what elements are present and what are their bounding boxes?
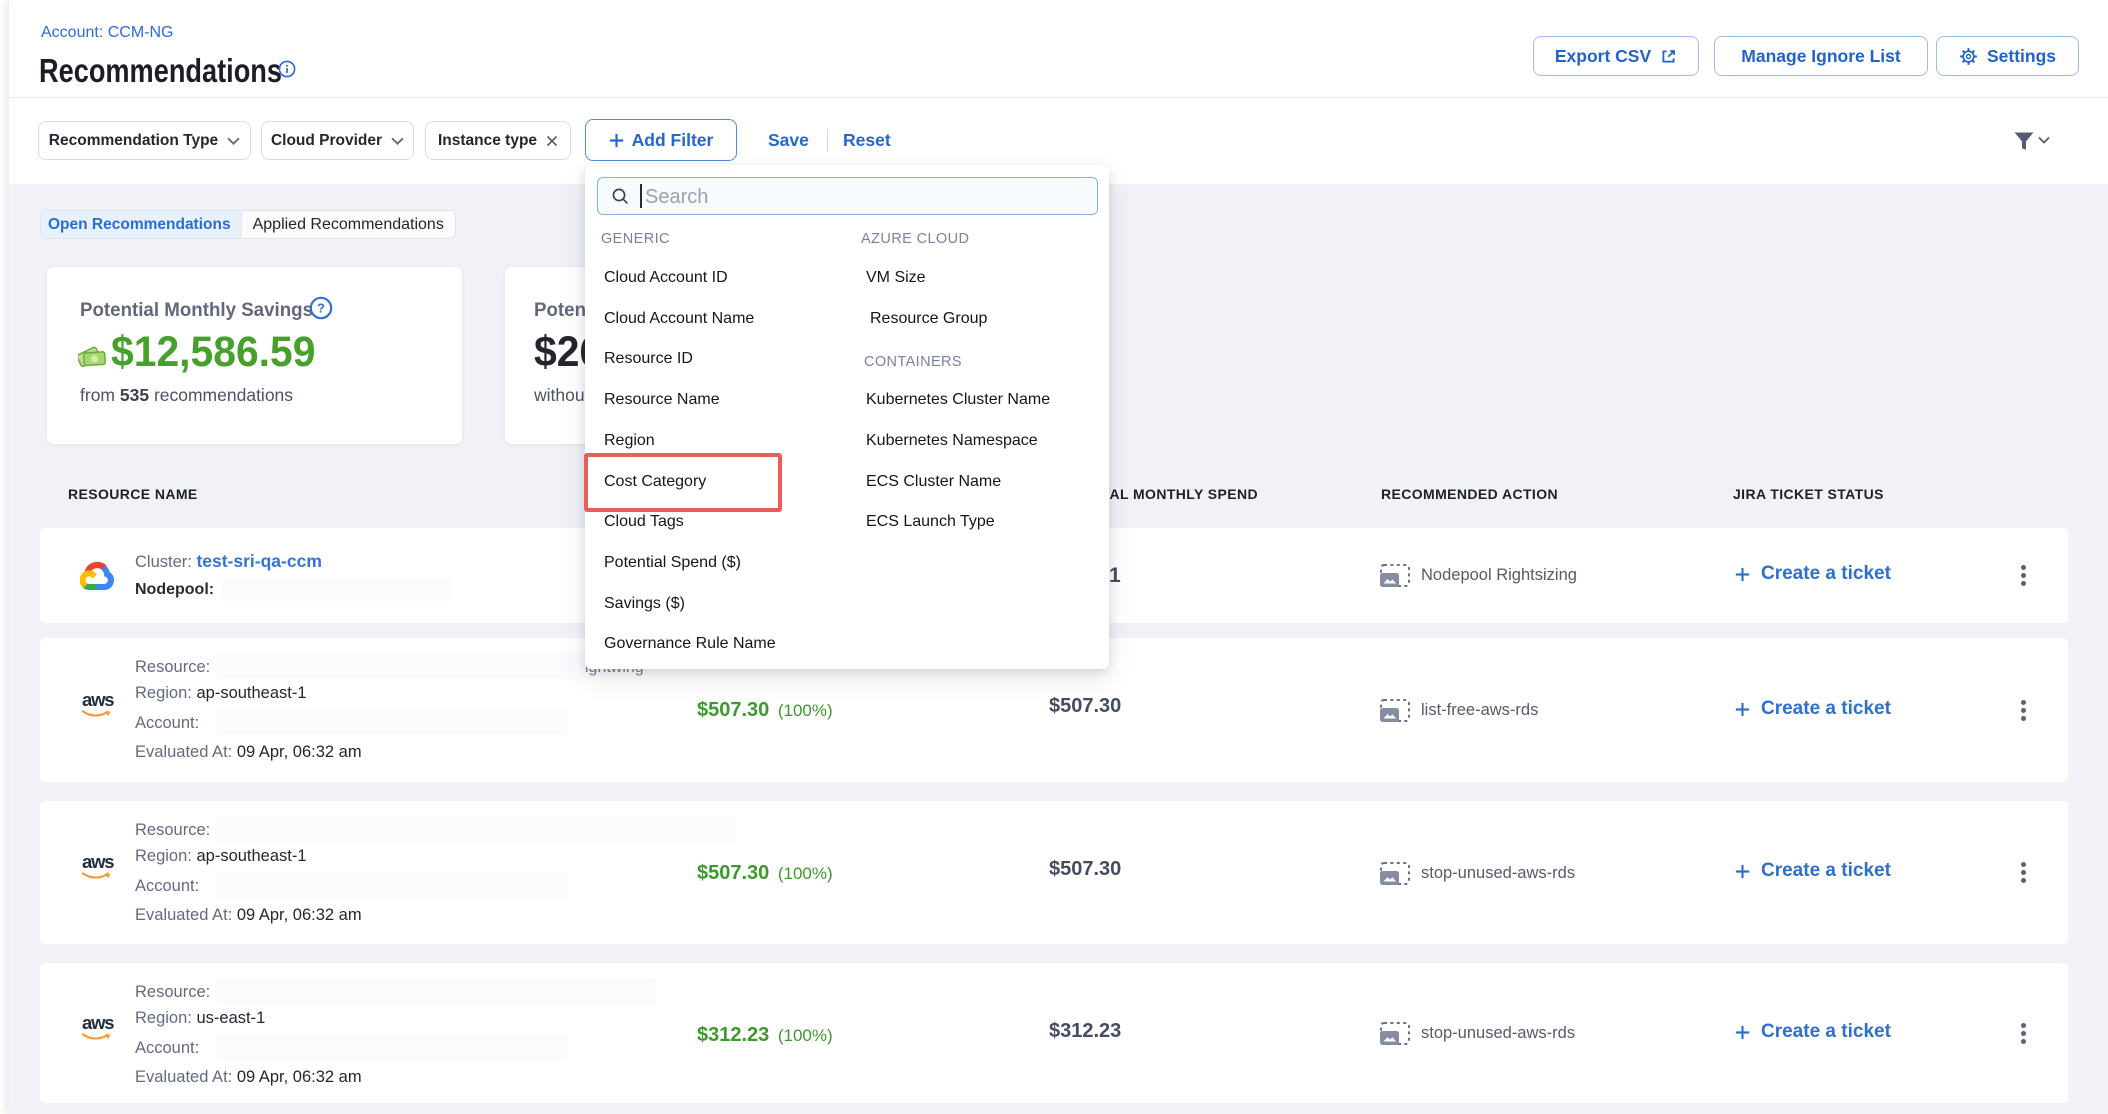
svg-text:?: ? bbox=[317, 301, 325, 316]
